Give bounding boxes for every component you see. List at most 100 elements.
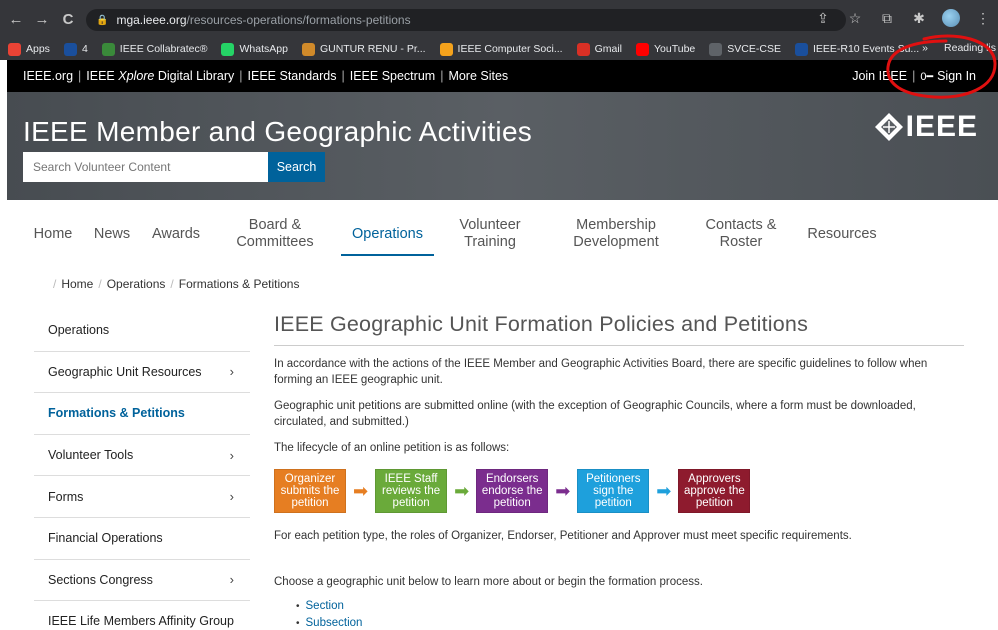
geographic-unit-link[interactable]: Subsection: [296, 615, 964, 630]
sidebar-item-label: Operations: [48, 323, 110, 338]
share-icon[interactable]: ⇪: [814, 10, 832, 27]
bookmark-label: IEEE Collabratec®: [119, 43, 208, 55]
sidebar-item[interactable]: Geographic Unit Resources ›: [34, 352, 250, 394]
sign-in-link[interactable]: Sign In: [937, 69, 976, 83]
nav-item[interactable]: Resources: [807, 226, 877, 243]
apps-grid-icon: [8, 42, 21, 56]
sidebar-item-label: Sections Congress: [48, 572, 153, 587]
more-menu-icon[interactable]: ⋮: [974, 10, 992, 27]
choose-unit-paragraph: Choose a geographic unit below to learn …: [274, 576, 703, 588]
bookmark-label: Gmail: [594, 43, 622, 55]
top-link[interactable]: IEEE.org: [23, 69, 73, 83]
top-link[interactable]: More Sites: [448, 69, 508, 83]
arrow-right-icon: ➡: [656, 481, 672, 501]
breadcrumb-item[interactable]: Home: [61, 277, 93, 291]
bookmark-item[interactable]: 4: [63, 42, 88, 56]
search-input[interactable]: [23, 152, 268, 182]
link-separator: |: [440, 69, 444, 83]
nav-item-label-line2: Committees: [236, 234, 314, 250]
nav-item[interactable]: Operations: [350, 226, 425, 243]
puzzle-extensions-icon[interactable]: ✱: [910, 10, 928, 27]
ieee-logo-text: IEEE: [905, 110, 978, 143]
star-bookmark-icon[interactable]: ☆: [846, 10, 864, 27]
sidebar-item[interactable]: Financial Operations: [34, 518, 250, 560]
page-title: IEEE Geographic Unit Formation Policies …: [274, 312, 964, 346]
bookmark-item[interactable]: IEEE-R10 Events Su...: [794, 42, 920, 56]
key-icon: 0━: [920, 71, 934, 83]
site-title: IEEE Member and Geographic Activities: [23, 116, 533, 147]
sidebar-item[interactable]: Forms ›: [34, 476, 250, 518]
geographic-unit-link[interactable]: Section: [296, 598, 964, 615]
nav-item-label: News: [93, 226, 131, 242]
nav-item[interactable]: Awards: [150, 226, 202, 243]
url-domain: mga.ieee.org: [116, 13, 187, 27]
bookmark-item[interactable]: GUNTUR RENU - Pr...: [301, 42, 426, 56]
youtube-icon: [636, 42, 649, 56]
nav-item[interactable]: Contacts & Roster: [703, 217, 779, 251]
bookmarks-bar: Apps 4 IEEE Collabratec® WhatsApp GUNTUR REN…: [0, 38, 998, 60]
bookmark-item[interactable]: WhatsApp: [221, 42, 288, 56]
top-link[interactable]: IEEE Spectrum: [350, 69, 435, 83]
guntur-icon: [301, 42, 315, 56]
petition-lifecycle-flow: Organizer submits the petition ➡ IEEE Staf…: [274, 468, 964, 514]
nav-item[interactable]: Board & Committees: [235, 217, 315, 251]
sidebar-menu: Operations Geographic Unit Resources › Form…: [34, 310, 250, 630]
nav-item-label: Awards: [151, 226, 201, 242]
breadcrumb-item[interactable]: Operations: [107, 277, 166, 291]
main-content: IEEE Geographic Unit Formation Policies …: [274, 312, 964, 630]
ieee-diamond-icon: [874, 113, 903, 141]
top-link[interactable]: IEEE Standards: [248, 69, 337, 83]
bookmark-item[interactable]: Apps: [8, 42, 50, 56]
ieee-r10-icon: [794, 42, 808, 56]
chevron-right-icon: ›: [229, 447, 234, 463]
nav-item[interactable]: Home: [33, 226, 73, 243]
extension-icon[interactable]: ⧉: [878, 10, 896, 27]
top-link[interactable]: IEEE Xplore Digital Library: [86, 69, 234, 83]
lifecycle-intro: The lifecycle of an online petition is a…: [274, 442, 510, 454]
bookmark-item[interactable]: SVCE-CSE: [709, 42, 781, 56]
sidebar-item[interactable]: IEEE Life Members Affinity Group: [34, 601, 250, 630]
lifecycle-step: Approvers approve the petition: [678, 469, 751, 513]
reload-icon[interactable]: C: [58, 11, 78, 28]
nav-item-label: Resources: [807, 226, 877, 242]
lifecycle-step: Petitioners sign the petition: [577, 469, 650, 513]
nav-item[interactable]: News: [92, 226, 132, 243]
bookmark-item[interactable]: IEEE Computer Soci...: [439, 42, 563, 56]
breadcrumb-separator: /: [170, 277, 174, 291]
nav-item[interactable]: Volunteer Training: [458, 217, 522, 251]
breadcrumb-item: Formations & Petitions: [178, 277, 300, 291]
breadcrumb: / Home / Operations / Formations & Petitions: [48, 277, 299, 291]
bookmark-label: WhatsApp: [239, 43, 288, 55]
more-bookmarks-chevron-icon[interactable]: »: [922, 42, 928, 54]
bookmark-label: 4: [81, 43, 88, 55]
sidebar-item-label: Financial Operations: [48, 531, 163, 546]
nav-item[interactable]: Membership Development: [571, 217, 661, 251]
search-button[interactable]: Search: [268, 152, 325, 182]
active-nav-underline: [341, 254, 434, 256]
sidebar-item[interactable]: Operations: [34, 310, 250, 352]
nav-item-label-line2: Roster: [719, 234, 763, 250]
bookmark-item[interactable]: IEEE Collabratec®: [101, 42, 208, 56]
sidebar-item[interactable]: Sections Congress ›: [34, 560, 250, 602]
sidebar-item-label: Geographic Unit Resources: [48, 364, 202, 379]
bookmark-item[interactable]: YouTube: [636, 42, 695, 56]
lifecycle-step-text: Approvers approve the petition: [684, 473, 745, 509]
bookmark-item[interactable]: Gmail: [576, 42, 622, 56]
join-ieee-link[interactable]: Join IEEE: [852, 69, 907, 83]
browser-address-bar: ← → C 🔒 mga.ieee.org/resources-operation…: [0, 0, 998, 38]
nav-item-label-line2: Training: [464, 234, 516, 250]
url-field[interactable]: 🔒 mga.ieee.org/resources-operations/form…: [86, 9, 846, 31]
lock-icon: 🔒: [96, 14, 109, 26]
ieee-logo[interactable]: IEEE: [874, 110, 978, 144]
forward-arrow-icon[interactable]: →: [32, 11, 52, 28]
geographic-unit-list: SectionSubsection: [274, 598, 964, 630]
sidebar-item[interactable]: Volunteer Tools ›: [34, 435, 250, 477]
back-arrow-icon[interactable]: ←: [6, 11, 26, 28]
reading-list-button[interactable]: Reading lis: [944, 42, 996, 54]
profile-avatar-icon[interactable]: [942, 9, 960, 27]
sidebar-item[interactable]: Formations & Petitions: [34, 393, 250, 435]
nav-item-label: Membership: [576, 217, 656, 233]
bookmark-label: IEEE-R10 Events Su...: [812, 43, 920, 55]
breadcrumb-separator: /: [53, 277, 57, 291]
ieee-top-links-bar: IEEE.org | IEEE Xplore Digital Library | IEE…: [7, 60, 998, 92]
